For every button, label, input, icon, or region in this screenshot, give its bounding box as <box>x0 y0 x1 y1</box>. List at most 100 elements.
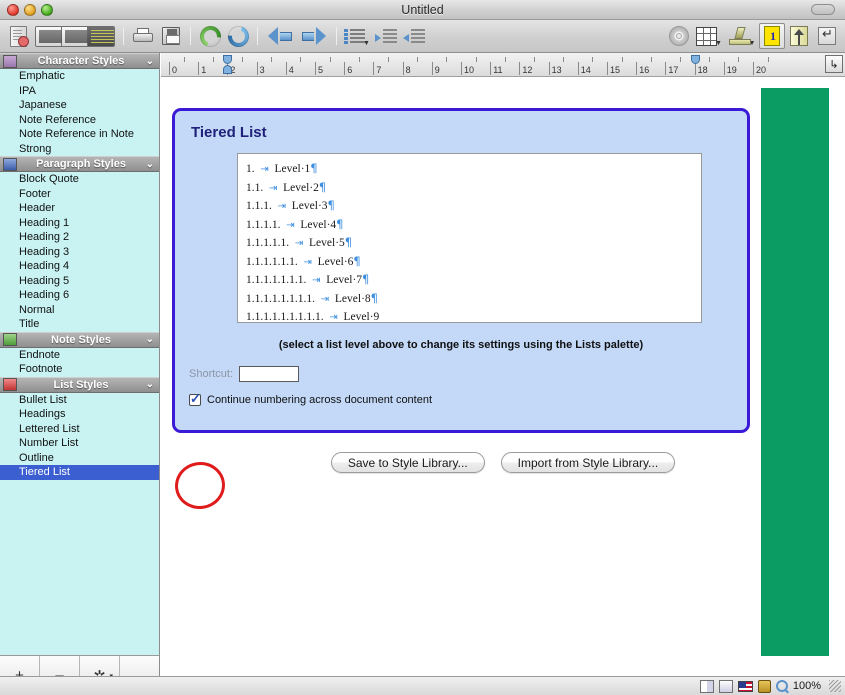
ruler-number: 17 <box>668 65 678 75</box>
ruler-number: 16 <box>639 65 649 75</box>
back-arrow-icon[interactable] <box>263 23 297 50</box>
sidebar-section-header[interactable]: Character Styles⌄ <box>0 53 159 69</box>
chevron-down-icon[interactable]: ⌄ <box>146 334 154 345</box>
sidebar-item-headings[interactable]: Headings <box>0 407 159 422</box>
list-level-row[interactable]: 1.1.1.1.1.1.1.1. ⇥ Level·8¶ <box>246 289 701 308</box>
sidebar-item-normal[interactable]: Normal <box>0 303 159 318</box>
sidebar-item-emphatic[interactable]: Emphatic <box>0 69 159 84</box>
styles-sidebar[interactable]: Character Styles⌄EmphaticIPAJapaneseNote… <box>0 53 160 655</box>
sidebar-item-number-list[interactable]: Number List <box>0 436 159 451</box>
list-level-row[interactable]: 1.1.1.1. ⇥ Level·4¶ <box>246 215 701 234</box>
list-level-row[interactable]: 1.1.1.1.1. ⇥ Level·5¶ <box>246 233 701 252</box>
close-window-button[interactable] <box>7 4 19 16</box>
chevron-down-icon[interactable]: ⌄ <box>146 56 154 67</box>
import-from-style-library-button[interactable]: Import from Style Library... <box>501 452 675 473</box>
page-marker-icon[interactable] <box>759 23 785 49</box>
toolbar-toggle-button[interactable] <box>811 4 835 15</box>
table-icon[interactable]: ▼ <box>693 23 725 50</box>
list-level-row[interactable]: 1.1. ⇥ Level·2¶ <box>246 178 701 197</box>
list-level-row[interactable]: 1.1.1.1.1.1. ⇥ Level·6¶ <box>246 252 701 271</box>
tab-arrow-icon: ⇥ <box>295 238 303 249</box>
sidebar-item-bullet-list[interactable]: Bullet List <box>0 393 159 408</box>
ruler-tick-minor <box>709 57 710 62</box>
decrease-indent-icon[interactable] <box>400 23 428 50</box>
document-info-icon[interactable] <box>4 23 32 50</box>
sidebar-item-strong[interactable]: Strong <box>0 142 159 157</box>
ruler-marker-first-line-indent[interactable] <box>223 55 232 64</box>
view-mode-segment[interactable] <box>32 23 118 50</box>
save-to-style-library-button[interactable]: Save to Style Library... <box>331 452 485 473</box>
sidebar-item-note-reference[interactable]: Note Reference <box>0 113 159 128</box>
sidebar-item-endnote[interactable]: Endnote <box>0 348 159 363</box>
highlighter-icon[interactable]: ▼ <box>725 23 759 50</box>
sidebar-item-ipa[interactable]: IPA <box>0 84 159 99</box>
gear-icon[interactable] <box>665 23 693 50</box>
redo-icon[interactable] <box>224 23 252 50</box>
shortcut-input[interactable] <box>239 366 299 382</box>
tiered-list-settings-panel[interactable]: Tiered List 1. ⇥ Level·1¶1.1. ⇥ Level·2¶… <box>172 108 750 433</box>
view-mode-layout-icon[interactable] <box>88 27 114 46</box>
list-level-row[interactable]: 1. ⇥ Level·1¶ <box>246 159 701 178</box>
ruler-number: 6 <box>347 65 352 75</box>
sidebar-item-tiered-list[interactable]: Tiered List <box>0 465 159 480</box>
ruler-end-button[interactable]: ↳ <box>825 55 843 73</box>
sidebar-item-block-quote[interactable]: Block Quote <box>0 172 159 187</box>
sidebar-item-heading-1[interactable]: Heading 1 <box>0 216 159 231</box>
page-view-icon[interactable] <box>719 680 733 693</box>
ruler-marker-left-indent[interactable] <box>223 65 232 74</box>
list-level-row[interactable]: 1.1.1. ⇥ Level·3¶ <box>246 196 701 215</box>
minimize-window-button[interactable] <box>24 4 36 16</box>
sidebar-item-title[interactable]: Title <box>0 317 159 332</box>
main-toolbar[interactable]: ▼ ▼ ▼ <box>0 20 845 53</box>
ruler-marker-right-indent[interactable] <box>691 55 700 64</box>
sidebar-item-heading-5[interactable]: Heading 5 <box>0 274 159 289</box>
undo-icon[interactable] <box>196 23 224 50</box>
print-icon[interactable] <box>129 23 157 50</box>
sidebar-item-japanese[interactable]: Japanese <box>0 98 159 113</box>
sidebar-section-header[interactable]: List Styles⌄ <box>0 377 159 393</box>
sidebar-item-header[interactable]: Header <box>0 201 159 216</box>
book-view-icon[interactable] <box>700 680 714 693</box>
ruler-tick <box>607 62 608 75</box>
sidebar-item-heading-2[interactable]: Heading 2 <box>0 230 159 245</box>
window-controls[interactable] <box>7 4 53 16</box>
sidebar-item-heading-4[interactable]: Heading 4 <box>0 259 159 274</box>
list-styles-icon[interactable]: ▼ <box>342 23 372 50</box>
zoom-window-button[interactable] <box>41 4 53 16</box>
zoom-icon[interactable] <box>776 680 788 692</box>
sidebar-item-outline[interactable]: Outline <box>0 451 159 466</box>
window-title-bar[interactable]: Untitled <box>0 0 845 20</box>
view-mode-page-icon[interactable] <box>62 27 88 46</box>
sidebar-section-header[interactable]: Note Styles⌄ <box>0 332 159 348</box>
resize-grip[interactable] <box>829 680 841 692</box>
sidebar-section-header[interactable]: Paragraph Styles⌄ <box>0 156 159 172</box>
list-level-row[interactable]: 1.1.1.1.1.1.1.1.1. ⇥ Level·9 <box>246 307 701 326</box>
ruler-number: 18 <box>698 65 708 75</box>
list-level-row[interactable]: 1.1.1.1.1.1.1. ⇥ Level·7¶ <box>246 270 701 289</box>
increase-indent-icon[interactable] <box>372 23 400 50</box>
sidebar-item-note-reference-in-note[interactable]: Note Reference in Note <box>0 127 159 142</box>
sidebar-item-lettered-list[interactable]: Lettered List <box>0 422 159 437</box>
continue-numbering-row[interactable]: Continue numbering across document conte… <box>189 394 432 406</box>
document-canvas[interactable]: Tiered List 1. ⇥ Level·1¶1.1. ⇥ Level·2¶… <box>161 77 845 676</box>
link-icon[interactable] <box>813 23 841 50</box>
view-mode-text-icon[interactable] <box>36 27 62 46</box>
horizontal-ruler[interactable]: 01234567891011121314151617181920↳ <box>161 53 845 77</box>
language-flag-icon[interactable] <box>738 681 753 692</box>
chevron-down-icon[interactable]: ⌄ <box>146 159 154 170</box>
save-icon[interactable] <box>157 23 185 50</box>
clipboard-icon[interactable] <box>758 680 771 693</box>
sidebar-item-footnote[interactable]: Footnote <box>0 362 159 377</box>
column-icon[interactable] <box>785 23 813 50</box>
chevron-down-icon[interactable]: ⌄ <box>146 379 154 390</box>
list-level-preview[interactable]: 1. ⇥ Level·1¶1.1. ⇥ Level·2¶1.1.1. ⇥ Lev… <box>237 153 702 323</box>
ruler-tick-minor <box>768 57 769 62</box>
sidebar-item-footer[interactable]: Footer <box>0 187 159 202</box>
sidebar-item-heading-6[interactable]: Heading 6 <box>0 288 159 303</box>
continue-numbering-checkbox[interactable] <box>189 394 201 406</box>
sidebar-item-heading-3[interactable]: Heading 3 <box>0 245 159 260</box>
forward-arrow-icon[interactable] <box>297 23 331 50</box>
chevron-down-icon[interactable]: ▼ <box>715 40 722 47</box>
status-bar[interactable]: 100% <box>0 676 845 695</box>
sidebar-section-title: List Styles <box>17 379 159 391</box>
